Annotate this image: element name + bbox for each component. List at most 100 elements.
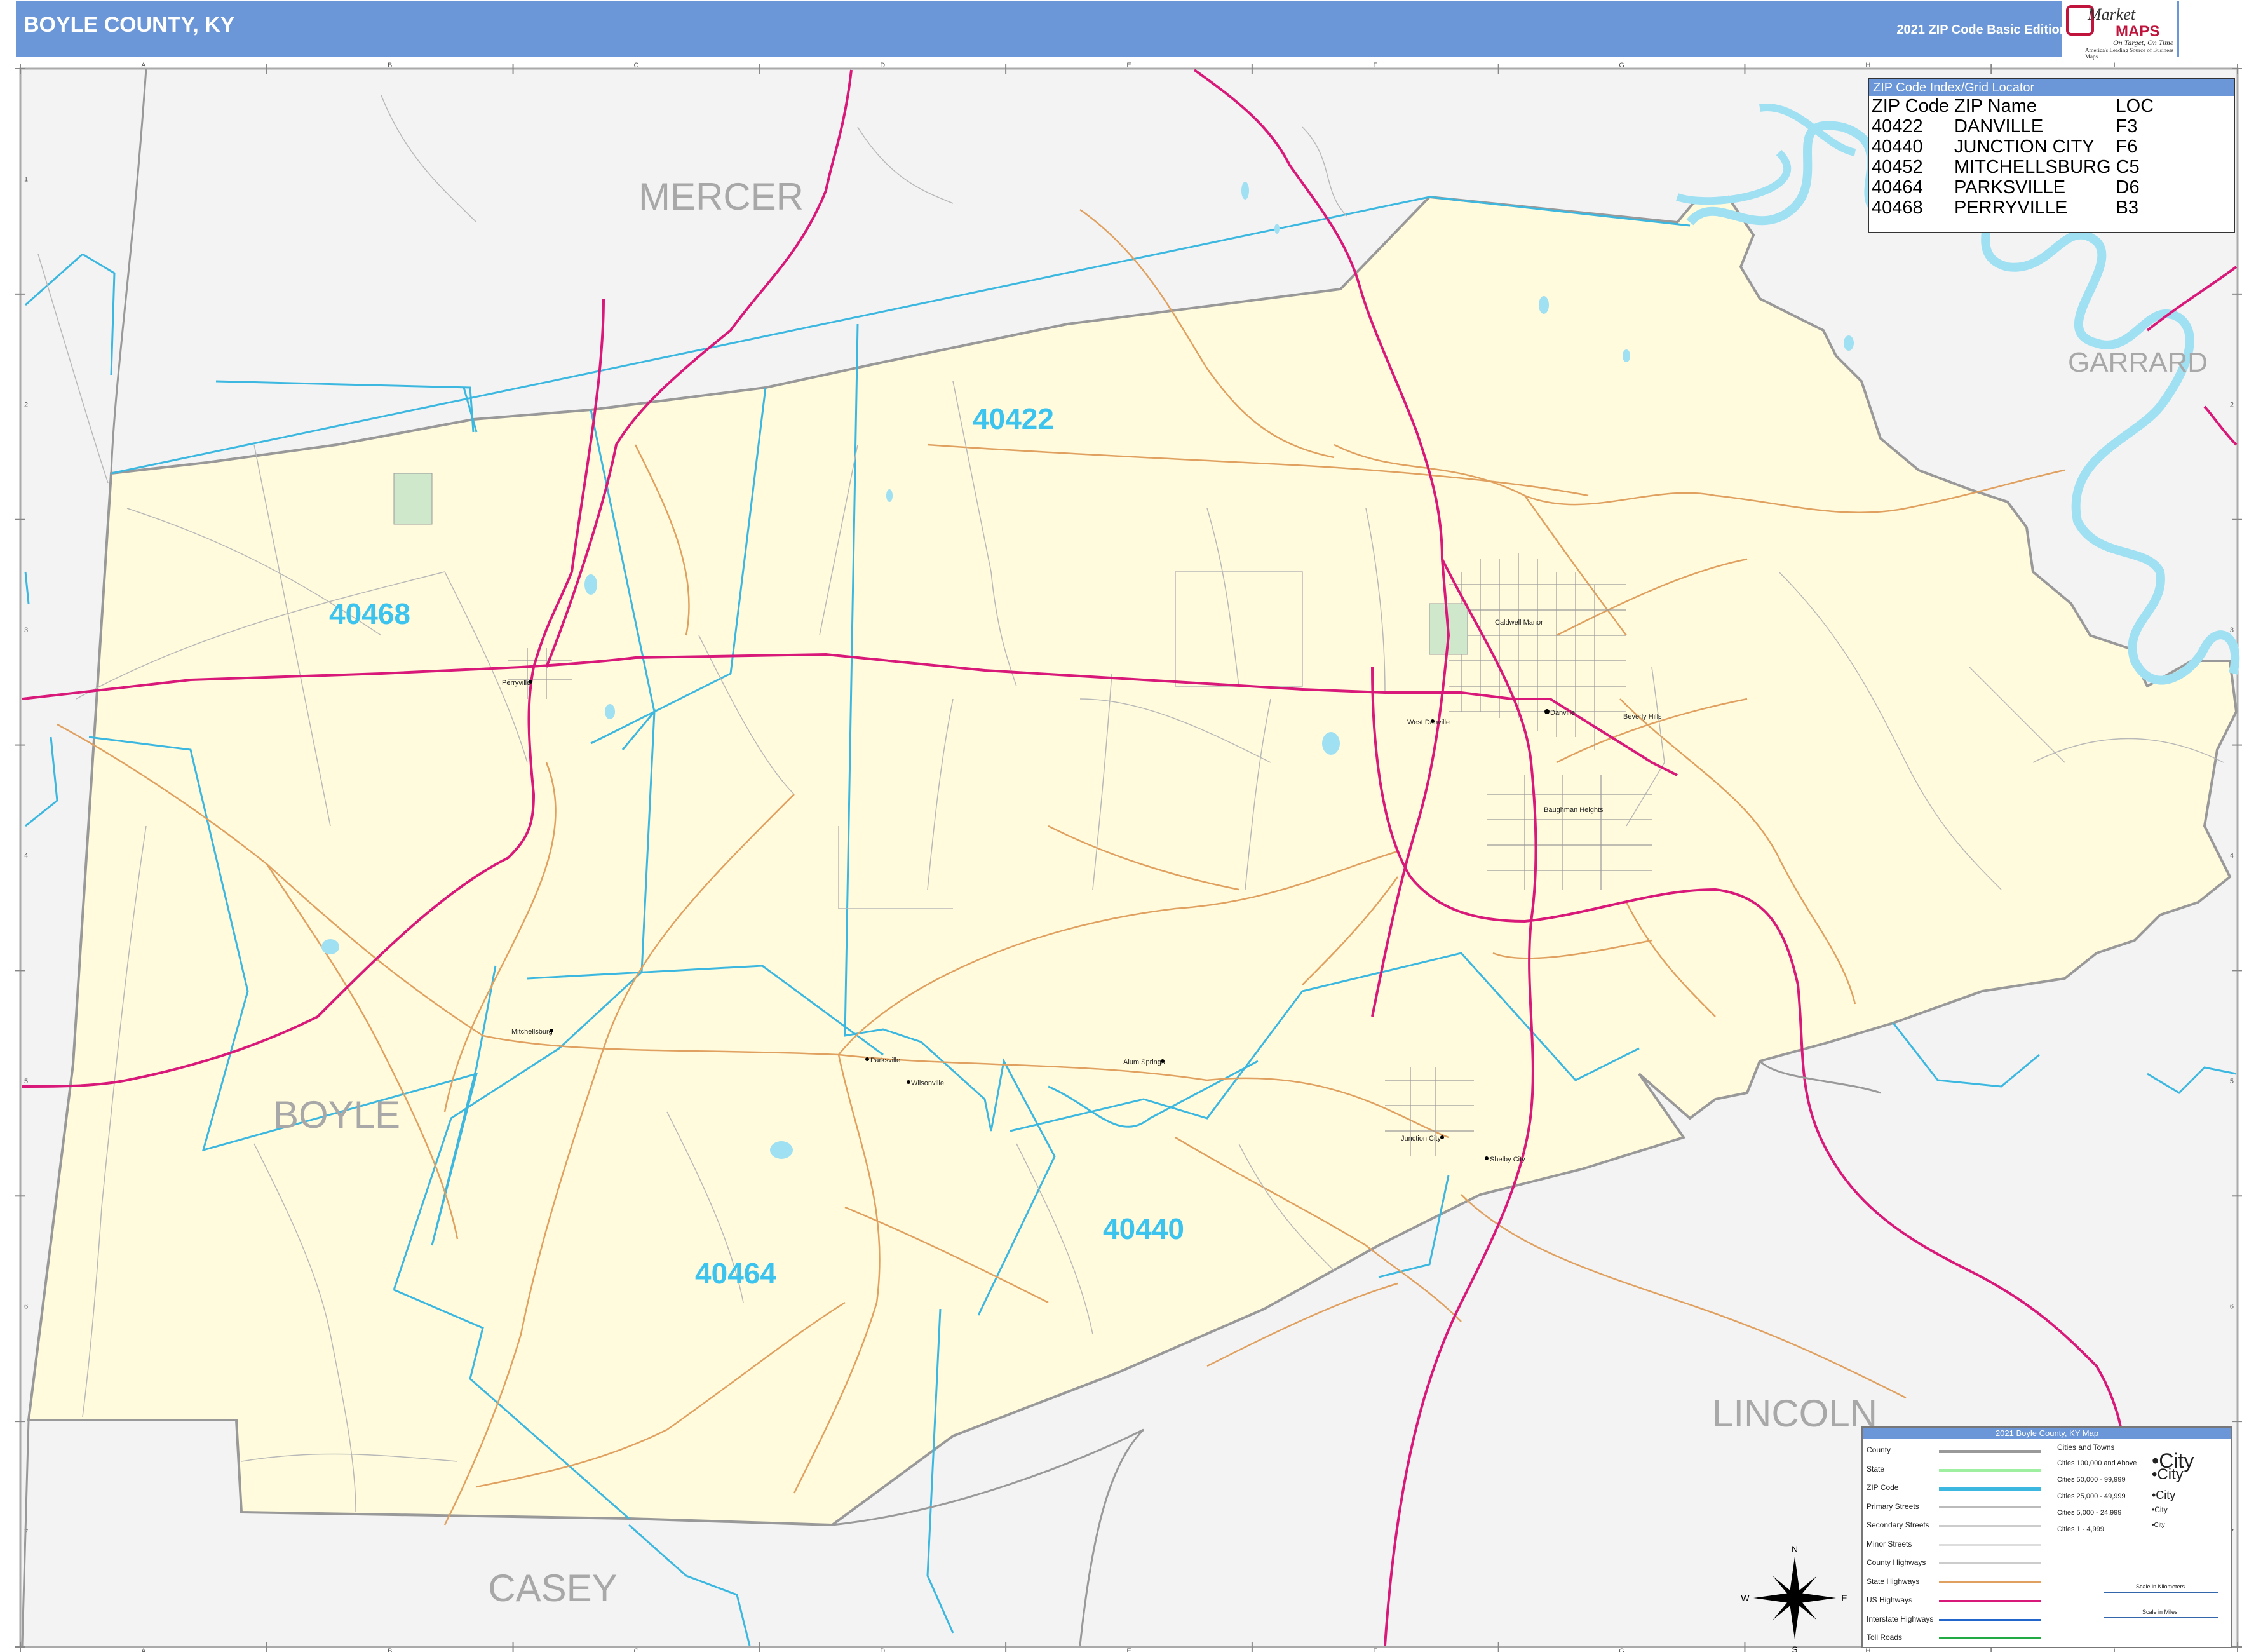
legend-item: County [1867, 1446, 1891, 1454]
legend-city-sample: •City [2152, 1466, 2184, 1483]
svg-text:S: S [1792, 1644, 1797, 1652]
zip-index-header-row: ZIP Code ZIP Name LOC [1872, 96, 2154, 116]
legend-city-sample: •City [2152, 1489, 2176, 1501]
grid-column-label: A [141, 1648, 146, 1652]
place-junction-city: Junction City [1401, 1135, 1441, 1142]
grid-row-label: 6 [2230, 1303, 2234, 1311]
legend-swatch [1939, 1581, 2041, 1583]
grid-row-label: 2 [2230, 401, 2234, 409]
svg-text:N: N [1792, 1544, 1798, 1554]
legend-city-tier: Cities 5,000 - 24,999 [2057, 1509, 2122, 1517]
grid-column-label: D [880, 62, 885, 69]
place-west-danville: West Danville [1407, 719, 1450, 726]
grid-row-label: 6 [24, 1303, 28, 1311]
grid-row-label: 5 [2230, 1078, 2234, 1085]
grid-column-label: E [1126, 62, 1131, 69]
grid-column-label: C [633, 62, 638, 69]
legend-swatch [1939, 1637, 2041, 1639]
legend-item: State Highways [1867, 1576, 1920, 1586]
legend-item: ZIP Code [1867, 1483, 1899, 1492]
place-caldwell-manor: Caldwell Manor [1495, 619, 1543, 626]
place-wilsonville: Wilsonville [911, 1080, 944, 1087]
table-row: 40440 JUNCTION CITY F6 [1872, 137, 2138, 157]
table-row: 40468 PERRYVILLE B3 [1872, 198, 2139, 218]
legend-cities-title: Cities and Towns [2057, 1443, 2115, 1452]
zip-label-40464: 40464 [695, 1257, 776, 1290]
perryville-battlefield [393, 473, 433, 525]
legend-scale-mi: Scale in Miles [2142, 1609, 2178, 1615]
place-baughman-heights: Baughman Heights [1544, 806, 1604, 814]
legend-swatch [1939, 1543, 2041, 1546]
legend-city-sample: •City [2152, 1505, 2168, 1514]
grid-column-label: B [388, 1648, 392, 1652]
scale-bar-km [2104, 1592, 2218, 1593]
scale-bar-mi [2104, 1617, 2218, 1618]
grid-column-label: E [1126, 1648, 1131, 1652]
grid-column-label: F [1373, 62, 1377, 69]
county-label-boyle: BOYLE [273, 1093, 400, 1136]
legend-item: State [1867, 1464, 1885, 1473]
zip-label-40422: 40422 [973, 402, 1054, 435]
svg-text:W: W [1741, 1593, 1750, 1603]
legend-item: Toll Roads [1867, 1633, 1903, 1642]
grid-column-label: C [633, 1648, 638, 1652]
legend-swatch [1939, 1600, 2041, 1602]
grid-column-label: F [1373, 1648, 1377, 1652]
grid-column-label: G [1619, 1648, 1624, 1652]
grid-row-label: 4 [24, 852, 28, 860]
legend-swatch [1939, 1562, 2041, 1564]
place-parksville: Parksville [870, 1057, 900, 1064]
grid-column-label: H [1865, 62, 1870, 69]
legend-swatch [1939, 1618, 2041, 1621]
grid-column-label: H [1865, 1648, 1870, 1652]
legend-city-tier: Cities 1 - 4,999 [2057, 1526, 2104, 1533]
grid-column-label: I [2114, 1648, 2116, 1652]
county-label-garrard: GARRARD [2068, 347, 2208, 378]
grid-column-label: A [141, 62, 146, 69]
grid-column-label: I [2114, 62, 2116, 69]
zip-index-table: ZIP Code Index/Grid Locator ZIP Code ZIP… [1868, 78, 2235, 233]
grid-row-label: 5 [24, 1078, 28, 1085]
legend-city-tier: Cities 50,000 - 99,999 [2057, 1476, 2126, 1484]
table-row: 40464 PARKSVILLE D6 [1872, 177, 2140, 198]
table-row: 40422 DANVILLE F3 [1872, 116, 2138, 137]
legend-city-sample: •City [2152, 1522, 2165, 1529]
legend-item: Minor Streets [1867, 1539, 1912, 1548]
legend-swatch [1939, 1487, 2041, 1491]
grid-column-label: B [388, 62, 392, 69]
place-perryville: Perryville [502, 679, 530, 687]
map-legend: 2021 Boyle County, KY Map County State ZIP… [1861, 1426, 2232, 1648]
legend-item: US Highways [1867, 1595, 1913, 1604]
place-alum-springs: Alum Springs [1123, 1059, 1165, 1066]
zip-index-title: ZIP Code Index/Grid Locator [1869, 79, 2234, 96]
legend-city-tier: Cities 25,000 - 49,999 [2057, 1493, 2126, 1500]
grid-row-label: 3 [24, 626, 28, 634]
grid-column-label: G [1619, 62, 1624, 69]
svg-text:E: E [1841, 1593, 1847, 1603]
county-map: AABBCCDDEEFFGGHHII11223344556677 [15, 62, 2242, 1652]
legend-item: Primary Streets [1867, 1501, 1919, 1511]
table-row: 40452 MITCHELLSBURG C5 [1872, 157, 2140, 177]
legend-item: Secondary Streets [1867, 1520, 1929, 1529]
legend-swatch [1939, 1450, 2041, 1453]
legend-swatch [1939, 1525, 2041, 1527]
grid-column-label: D [880, 1648, 885, 1652]
county-label-casey: CASEY [488, 1567, 617, 1609]
place-shelby-city: Shelby City [1490, 1156, 1525, 1163]
grid-row-label: 4 [2230, 852, 2234, 860]
county-label-mercer: MERCER [638, 175, 804, 218]
legend-swatch [1939, 1468, 2041, 1472]
place-mitchellsburg: Mitchellsburg [511, 1028, 553, 1036]
grid-row-label: 1 [24, 175, 28, 183]
county-label-lincoln: LINCOLN [1712, 1392, 1877, 1435]
legend-scale-km: Scale in Kilometers [2136, 1583, 2185, 1590]
zip-label-40468: 40468 [329, 597, 410, 630]
legend-item: County Highways [1867, 1558, 1926, 1567]
legend-city-tier: Cities 100,000 and Above [2057, 1459, 2137, 1467]
place-danville: Danville [1550, 709, 1575, 717]
legend-title: 2021 Boyle County, KY Map [1863, 1428, 2231, 1439]
legend-item: Interstate Highways [1867, 1614, 1934, 1623]
place-beverly-hills: Beverly Hills [1623, 713, 1662, 721]
legend-swatch [1939, 1506, 2041, 1508]
grid-row-label: 2 [24, 401, 28, 409]
